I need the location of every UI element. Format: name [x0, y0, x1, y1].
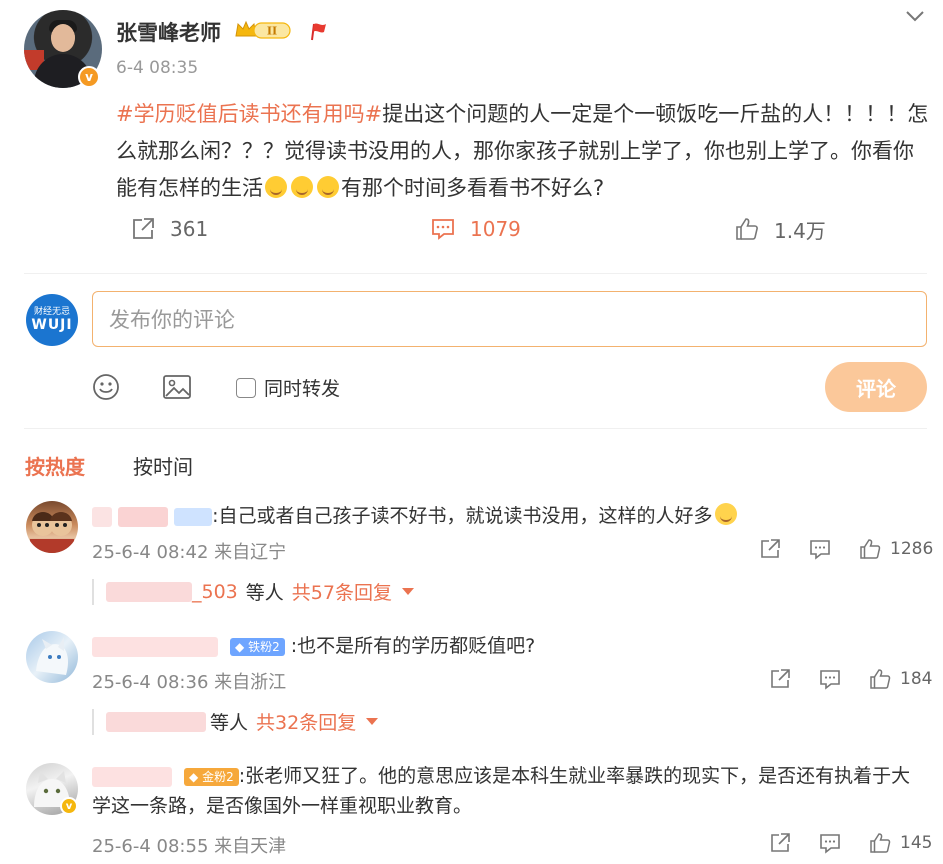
reply-user[interactable]: _503	[192, 581, 238, 603]
blurred-username[interactable]	[92, 636, 218, 657]
comment-meta: 25-6-4 08:55 来自天津	[92, 832, 286, 858]
avatar-image	[36, 637, 68, 675]
comment-1: :自己或者自己孩子读不好书，就说读书没用，这样的人好多	[92, 501, 932, 531]
comment-button[interactable]: 1079	[430, 214, 521, 244]
comment-actions: 145	[768, 831, 932, 855]
share-icon[interactable]	[768, 667, 792, 691]
comment-location: 来自天津	[214, 836, 287, 857]
verified-badge-icon: v	[60, 797, 78, 815]
post-body: #学历贬值后读书还有用吗#提出这个问题的人一定是个一顿饭吃一斤盐的人！！！！怎么…	[116, 96, 932, 207]
comment-text: :自己或者自己孩子读不好书，就说读书没用，这样的人好多	[212, 505, 713, 527]
comment-input[interactable]: 发布你的评论	[92, 291, 927, 347]
avatar-image	[30, 512, 74, 553]
commenter-avatar[interactable]	[26, 631, 78, 683]
comment-icon[interactable]	[818, 667, 842, 691]
comment-3: ◆ 金粉2:张老师又狂了。他的意思应该是本科生就业率暴跌的现实下，是否还有执着于…	[92, 761, 928, 821]
hashtag-link[interactable]: #学历贬值后读书还有用吗#	[116, 102, 382, 126]
reply-summary[interactable]: 等人 共32条回复	[106, 708, 379, 735]
chevron-down-icon[interactable]	[904, 8, 926, 24]
comment-like-count: 184	[900, 669, 933, 689]
fan-badge: ◆ 金粉2	[184, 767, 239, 786]
blurred-username	[118, 506, 169, 527]
fan-badge: ◆ 铁粉2	[230, 637, 285, 656]
submit-comment-button[interactable]: 评论	[825, 362, 927, 412]
thumbs-up-icon	[736, 218, 758, 240]
comment-icon	[432, 219, 454, 240]
share-icon[interactable]	[768, 831, 792, 855]
image-icon[interactable]	[162, 373, 192, 401]
blurred-username[interactable]	[92, 766, 172, 787]
facepalm-emoji-icon	[265, 176, 287, 198]
thumbs-up-icon[interactable]	[868, 831, 892, 855]
share-button[interactable]: 361	[130, 214, 208, 244]
post-time: 6-4 08:35	[116, 58, 199, 78]
share-icon[interactable]	[758, 537, 782, 561]
like-count: 1.4万	[774, 218, 826, 243]
level-badge	[174, 507, 213, 526]
comment-actions: 1286	[758, 537, 933, 561]
thumbs-up-icon[interactable]	[868, 667, 892, 691]
verified-badge-icon: v	[78, 66, 100, 88]
reply-bar	[92, 579, 94, 605]
commenter-avatar[interactable]	[26, 501, 78, 553]
crown-level-icon[interactable]: II	[234, 19, 292, 41]
like-button[interactable]: 1.4万	[734, 214, 826, 244]
reply-etc: 等人	[210, 712, 249, 734]
my-avatar[interactable]: 财经无忌 WUJI	[26, 294, 78, 346]
comment-location: 来自辽宁	[214, 542, 287, 563]
share-icon	[133, 218, 154, 239]
blurred-username	[106, 581, 192, 602]
hug-emoji-icon	[714, 503, 737, 525]
comment-icon[interactable]	[818, 831, 842, 855]
reply-bar	[92, 709, 94, 735]
thumbs-up-icon[interactable]	[858, 537, 882, 561]
comment-location: 来自浙江	[214, 672, 287, 693]
share-count: 361	[170, 217, 209, 241]
svg-text:II: II	[267, 25, 277, 38]
blurred-username	[106, 711, 206, 732]
facepalm-emoji-icon	[317, 176, 339, 198]
comment-2: ◆ 铁粉2 :也不是所有的学历都贬值吧?	[92, 631, 932, 661]
comment-time: 25-6-4 08:36	[92, 672, 209, 693]
forward-label: 同时转发	[264, 378, 341, 400]
comment-icon[interactable]	[808, 537, 832, 561]
red-flag-icon[interactable]	[306, 20, 328, 42]
comment-actions: 184	[768, 667, 932, 691]
emoji-icon[interactable]	[92, 373, 120, 401]
author-name[interactable]: 张雪峰老师	[116, 17, 221, 47]
reply-count[interactable]: 共32条回复	[256, 708, 356, 735]
comment-time: 25-6-4 08:55	[92, 836, 209, 857]
reply-summary[interactable]: _503 等人 共57条回复	[106, 578, 414, 605]
comment-count: 1079	[470, 217, 521, 241]
comment-text: :也不是所有的学历都贬值吧?	[290, 635, 536, 657]
divider	[24, 273, 927, 274]
reply-count[interactable]: 共57条回复	[292, 578, 392, 605]
divider	[24, 428, 927, 429]
facepalm-emoji-icon	[291, 176, 313, 198]
forward-checkbox[interactable]: 同时转发	[236, 374, 340, 401]
comment-meta: 25-6-4 08:42 来自辽宁	[92, 538, 286, 564]
comment-like-count: 1286	[890, 539, 934, 559]
comment-meta: 25-6-4 08:36 来自浙江	[92, 668, 286, 694]
reply-etc: 等人	[245, 582, 284, 604]
expand-triangle-icon[interactable]	[401, 588, 414, 595]
comment-input-placeholder: 发布你的评论	[109, 308, 235, 332]
post-text-part2: 有那个时间多看看书不好么?	[341, 176, 605, 200]
tab-sort-time[interactable]: 按时间	[133, 451, 193, 480]
comment-like-count: 145	[900, 833, 933, 853]
expand-triangle-icon[interactable]	[366, 718, 379, 725]
checkbox-icon[interactable]	[236, 377, 256, 398]
tab-sort-hot[interactable]: 按热度	[25, 451, 85, 480]
blurred-username[interactable]	[92, 506, 112, 527]
comment-time: 25-6-4 08:42	[92, 542, 209, 563]
